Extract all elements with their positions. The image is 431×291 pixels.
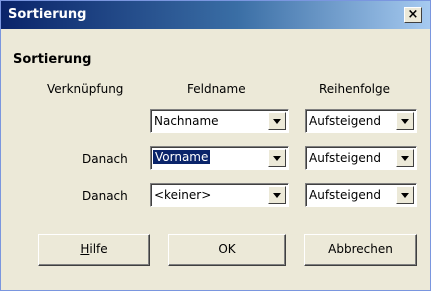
chevron-down-icon[interactable] [268, 186, 286, 204]
sort-dialog: Sortierung × Sortierung Verknüpfung Feld… [0, 0, 431, 291]
header-link: Verknüpfung [47, 82, 124, 96]
row-3-link: Danach [82, 189, 128, 203]
chevron-down-icon[interactable] [396, 112, 414, 130]
help-label: ilfe [89, 242, 108, 256]
cancel-label: Abbrechen [328, 242, 393, 256]
header-order: Reihenfolge [319, 82, 391, 96]
field-combo-2-value: Vorname [153, 150, 211, 164]
field-combo-3[interactable]: <keiner> [150, 183, 289, 207]
ok-button[interactable]: OK [168, 234, 286, 266]
chevron-down-icon[interactable] [396, 186, 414, 204]
order-combo-1-value: Aufsteigend [309, 114, 381, 128]
order-combo-3[interactable]: Aufsteigend [305, 183, 417, 207]
header-field: Feldname [187, 82, 246, 96]
title-bar[interactable]: Sortierung × [1, 1, 430, 29]
row-2-link: Danach [82, 152, 128, 166]
ok-label: OK [218, 242, 236, 256]
close-icon: × [407, 7, 419, 22]
cancel-button[interactable]: Abbrechen [304, 234, 417, 266]
group-title: Sortierung [13, 52, 92, 67]
close-button[interactable]: × [404, 7, 422, 23]
field-combo-1[interactable]: Nachname [150, 109, 289, 133]
chevron-down-icon[interactable] [268, 112, 286, 130]
order-combo-3-value: Aufsteigend [309, 188, 381, 202]
field-combo-1-value: Nachname [154, 114, 219, 128]
chevron-down-icon[interactable] [268, 149, 286, 167]
order-combo-1[interactable]: Aufsteigend [305, 109, 417, 133]
dialog-title: Sortierung [8, 7, 87, 22]
help-button[interactable]: Hilfe [38, 234, 150, 266]
order-combo-2-value: Aufsteigend [309, 151, 381, 165]
chevron-down-icon[interactable] [396, 149, 414, 167]
field-combo-2[interactable]: Vorname [150, 146, 289, 170]
field-combo-3-value: <keiner> [154, 188, 212, 202]
order-combo-2[interactable]: Aufsteigend [305, 146, 417, 170]
